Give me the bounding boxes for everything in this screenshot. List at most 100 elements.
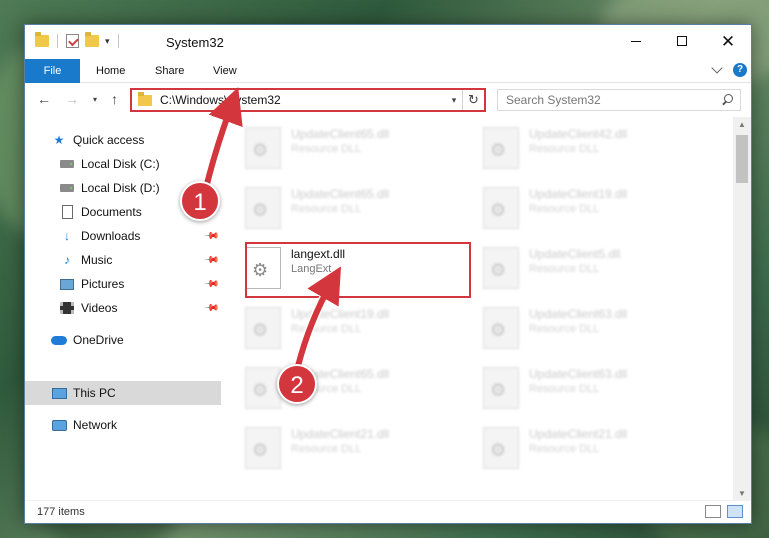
close-icon: ✕ — [720, 31, 736, 51]
pin-icon[interactable]: 📌 — [202, 300, 219, 317]
file-item[interactable]: UpdateClient65.dll Resource DLL — [221, 177, 449, 233]
file-name: UpdateClient65.dll — [291, 127, 390, 141]
dll-file-icon — [245, 127, 281, 169]
file-description: Resource DLL — [529, 443, 600, 455]
address-bar[interactable]: C:\Windows\System32 ▾ ↻ — [130, 88, 486, 112]
tab-home[interactable]: Home — [96, 59, 125, 83]
item-count: 177 items — [37, 506, 85, 518]
refresh-icon[interactable]: ↻ — [462, 90, 484, 110]
file-description: Resource DLL — [291, 443, 362, 455]
sidebar-item-videos[interactable]: Videos 📌 — [25, 297, 221, 319]
tab-share[interactable]: Share — [155, 59, 184, 83]
file-item[interactable]: UpdateClient65.dll Resource DLL — [221, 357, 449, 413]
expand-ribbon-icon[interactable] — [711, 62, 723, 74]
back-button[interactable]: ← — [37, 91, 51, 107]
videos-icon — [60, 302, 74, 314]
music-icon: ♪ — [64, 253, 70, 267]
folder-icon[interactable] — [35, 32, 49, 47]
file-item[interactable]: UpdateClient65.dll Resource DLL — [221, 117, 449, 173]
sidebar-item-label: Documents — [81, 205, 142, 219]
file-item[interactable]: UpdateClient42.dll Resource DLL — [459, 117, 687, 173]
sidebar-item-label: Network — [73, 418, 118, 432]
maximize-button[interactable] — [659, 25, 705, 57]
dll-file-icon — [483, 127, 519, 169]
file-item[interactable]: UpdateClient21.dll Resource DLL — [459, 417, 687, 473]
window-controls: ✕ — [613, 25, 751, 57]
file-description: Resource DLL — [291, 323, 362, 335]
quick-access-toolbar: ▾ — [35, 32, 121, 48]
file-item[interactable]: UpdateClient63.dll Resource DLL — [459, 357, 687, 413]
sidebar-item-downloads[interactable]: ↓ Downloads 📌 — [25, 225, 221, 247]
scrollbar-thumb[interactable] — [736, 135, 748, 183]
sidebar-item-onedrive[interactable]: OneDrive — [25, 329, 221, 351]
address-dropdown-icon[interactable]: ▾ — [446, 95, 462, 106]
sidebar-item-label: Downloads — [81, 229, 141, 243]
sidebar-item-label: Quick access — [73, 133, 145, 147]
callout-badge-2: 2 — [277, 364, 317, 404]
status-bar: 177 items — [25, 500, 751, 523]
sidebar-item-label: Pictures — [81, 277, 125, 291]
file-item[interactable]: UpdateClient19.dll Resource DLL — [221, 297, 449, 353]
folder-icon — [138, 91, 152, 106]
tab-file[interactable]: File — [25, 59, 80, 83]
search-box[interactable]: Search System32 — [497, 89, 741, 111]
search-input[interactable]: Search System32 — [506, 93, 720, 107]
up-button[interactable]: ↑ — [111, 91, 118, 107]
dll-file-icon — [245, 307, 281, 349]
minimize-button[interactable] — [613, 25, 659, 57]
download-icon: ↓ — [64, 229, 70, 243]
callout-badge-1: 1 — [180, 181, 220, 221]
large-icons-view-icon[interactable] — [727, 505, 743, 518]
sidebar-item-quick-access[interactable]: ★ Quick access — [25, 129, 221, 151]
tab-view[interactable]: View — [213, 59, 237, 83]
sidebar-item-network[interactable]: Network — [25, 414, 221, 436]
address-path[interactable]: C:\Windows\System32 — [160, 93, 446, 107]
star-icon: ★ — [53, 133, 65, 147]
pin-icon[interactable]: 📌 — [202, 228, 219, 245]
file-name: UpdateClient21.dll — [529, 427, 628, 441]
file-description: Resource DLL — [529, 263, 600, 275]
file-name: UpdateClient19.dll — [291, 307, 390, 321]
help-icon[interactable]: ? — [733, 63, 747, 77]
file-item[interactable]: UpdateClient63.dll Resource DLL — [459, 297, 687, 353]
file-name: UpdateClient65.dll — [291, 187, 390, 201]
file-name: UpdateClient63.dll — [529, 367, 628, 381]
ribbon-right-controls: ? — [711, 62, 747, 77]
new-folder-icon[interactable] — [85, 32, 99, 47]
scroll-up-icon[interactable]: ▲ — [733, 117, 751, 133]
file-description: Resource DLL — [529, 203, 600, 215]
pin-icon[interactable]: 📌 — [202, 252, 219, 269]
sidebar-item-pictures[interactable]: Pictures 📌 — [25, 273, 221, 295]
sidebar-item-local-disk-c[interactable]: Local Disk (C:) — [25, 153, 221, 175]
vertical-scrollbar[interactable]: ▲ ▼ — [733, 117, 751, 502]
properties-icon[interactable] — [66, 34, 79, 48]
recent-locations-dropdown[interactable]: ▾ — [93, 95, 97, 104]
file-name: UpdateClient63.dll — [529, 307, 628, 321]
search-icon[interactable] — [720, 90, 740, 110]
close-button[interactable]: ✕ — [705, 25, 751, 57]
highlight-box — [245, 242, 471, 298]
dll-file-icon — [483, 307, 519, 349]
file-description: Resource DLL — [529, 383, 600, 395]
sidebar-item-this-pc[interactable]: This PC — [25, 381, 221, 405]
dll-file-icon — [245, 427, 281, 469]
file-item[interactable]: UpdateClient21.dll Resource DLL — [221, 417, 449, 473]
drive-icon — [60, 160, 74, 168]
sidebar-item-label: Videos — [81, 301, 118, 315]
details-view-icon[interactable] — [705, 505, 721, 518]
file-description: Resource DLL — [529, 323, 600, 335]
dll-file-icon — [245, 367, 281, 409]
file-name: UpdateClient19.dll — [529, 187, 628, 201]
file-name: UpdateClient21.dll — [291, 427, 390, 441]
navigation-pane: ★ Quick access Local Disk (C:) Local Dis… — [25, 117, 221, 502]
file-item[interactable]: UpdateClient5.dll Resource DLL — [459, 237, 687, 293]
forward-button[interactable]: → — [65, 91, 79, 107]
file-description: Resource DLL — [291, 143, 362, 155]
pin-icon[interactable]: 📌 — [202, 276, 219, 293]
view-switcher — [705, 505, 743, 518]
file-name: UpdateClient42.dll — [529, 127, 628, 141]
customize-toolbar-dropdown-icon[interactable]: ▾ — [105, 36, 110, 47]
file-item[interactable]: UpdateClient19.dll Resource DLL — [459, 177, 687, 233]
sidebar-item-music[interactable]: ♪ Music 📌 — [25, 249, 221, 271]
sidebar-item-label: Local Disk (C:) — [81, 157, 160, 171]
